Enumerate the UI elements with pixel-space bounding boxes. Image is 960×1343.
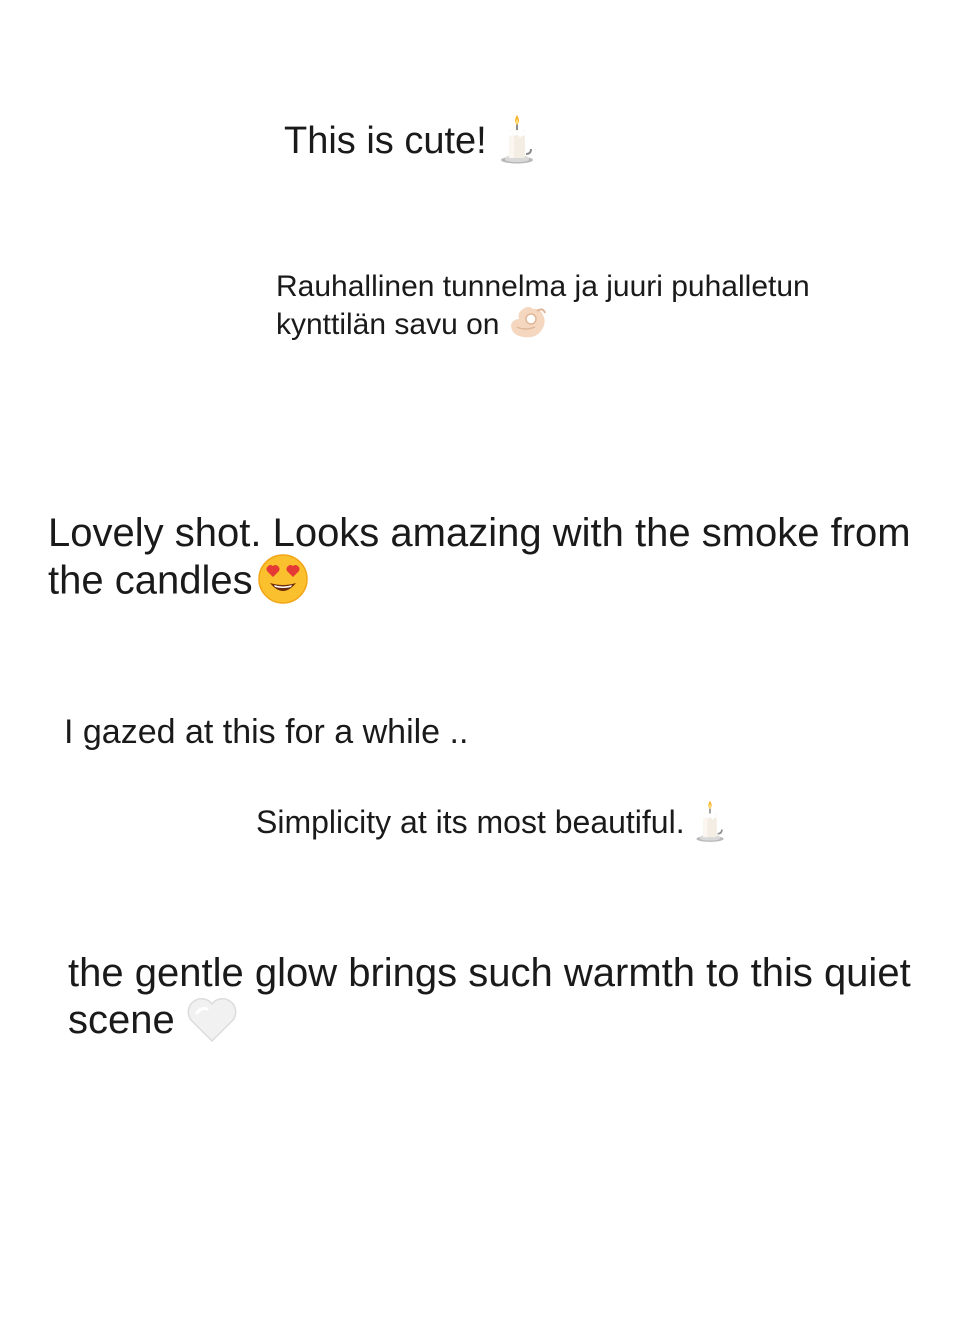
white-heart-icon [185, 995, 239, 1045]
comment-2: Rauhallinen tunnelma ja juuri puhalletun… [276, 268, 916, 345]
comment-text: Simplicity at its most beautiful. [256, 804, 685, 840]
candle-icon [693, 799, 727, 843]
heart-eyes-icon [257, 553, 309, 605]
candle-icon [497, 114, 537, 164]
ok-hand-icon [507, 303, 549, 341]
comment-text: I gazed at this for a while .. [64, 713, 469, 751]
comment-text: Lovely shot. Looks amazing with the smok… [48, 511, 911, 603]
comment-text: This is cute! [284, 120, 487, 162]
comment-6: the gentle glow brings such warmth to th… [68, 950, 928, 1047]
comment-4: I gazed at this for a while .. [64, 711, 468, 753]
comment-5: Simplicity at its most beautiful. [256, 800, 727, 847]
comment-3: Lovely shot. Looks amazing with the smok… [48, 510, 918, 609]
comment-1: This is cute! [284, 114, 537, 168]
